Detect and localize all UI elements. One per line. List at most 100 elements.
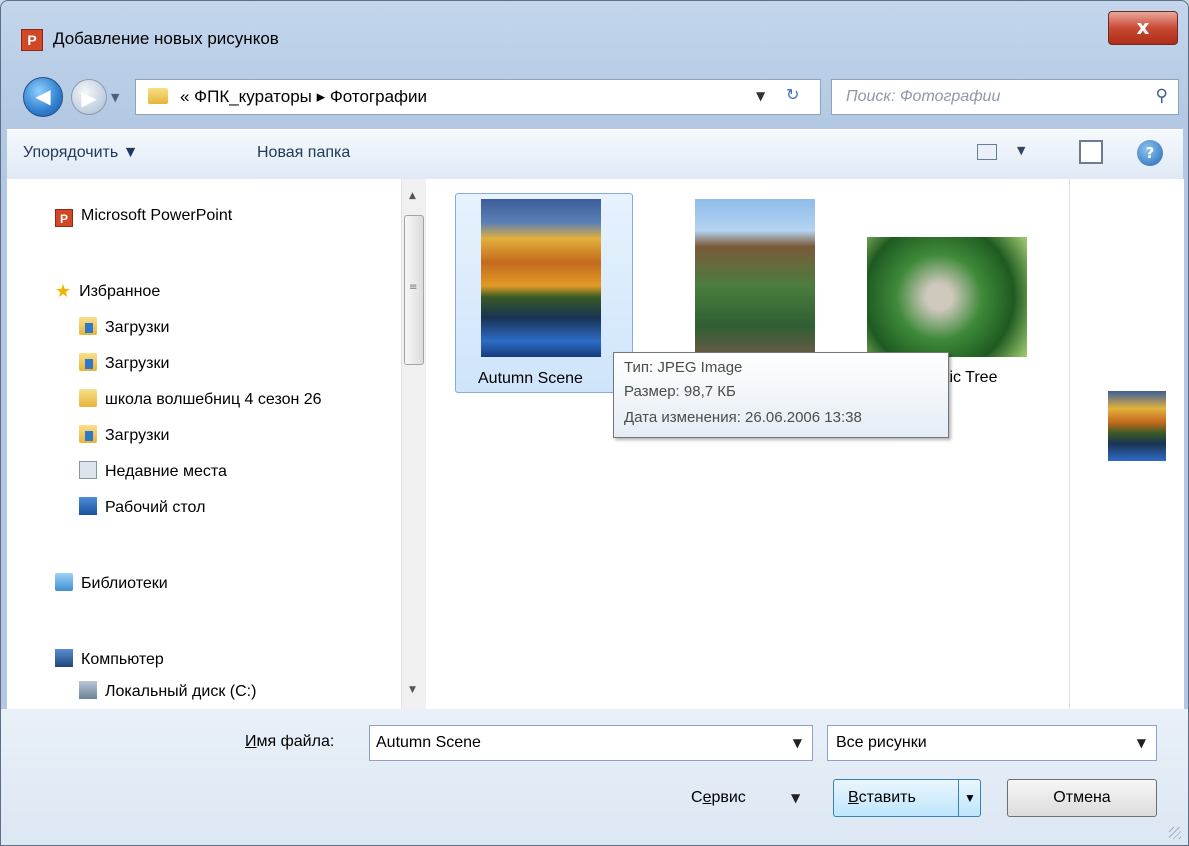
change-view-icon[interactable] <box>977 144 997 160</box>
organize-button[interactable]: Упорядочить ▼ <box>23 144 139 162</box>
filename-label-accel: И <box>245 733 257 750</box>
address-dropdown-button[interactable]: ▼ <box>756 89 765 103</box>
powerpoint-icon: P <box>55 209 73 227</box>
service-dropdown-icon[interactable]: ▼ <box>791 791 800 805</box>
desktop-icon <box>79 497 97 515</box>
sidebar-item-label: Недавние места <box>105 463 227 480</box>
folder-icon <box>79 389 97 407</box>
new-folder-button[interactable]: Новая папка <box>257 144 350 162</box>
tooltip-size: Размер: 98,7 КБ <box>624 383 736 400</box>
file-name: Autumn Scene <box>478 370 583 387</box>
resize-grip-icon[interactable] <box>1169 827 1181 839</box>
sidebar-item-label: Компьютер <box>81 651 164 668</box>
sidebar-item-folder[interactable]: школа волшебниц 4 сезон 26 <box>79 389 322 409</box>
forward-button[interactable]: ▶ <box>71 79 107 115</box>
cancel-button[interactable]: Отмена <box>1007 779 1157 817</box>
service-menu-button[interactable]: Сервис <box>691 789 746 807</box>
computer-icon <box>55 649 73 667</box>
preview-pane <box>1069 179 1184 709</box>
folder-icon <box>148 88 168 104</box>
file-tooltip: Тип: JPEG Image Размер: 98,7 КБ Дата изм… <box>613 352 949 438</box>
filename-value: Autumn Scene <box>376 734 481 751</box>
help-icon[interactable]: ? <box>1137 140 1163 166</box>
filename-label-rest: мя файла: <box>256 733 335 750</box>
sidebar-item-label: Рабочий стол <box>105 499 206 516</box>
forward-arrow-icon: ▶ <box>81 86 97 110</box>
grip-icon: ≡ <box>409 282 418 293</box>
sidebar-item-label: Microsoft PowerPoint <box>81 207 233 224</box>
sidebar-item-libraries[interactable]: Библиотеки <box>55 573 168 593</box>
service-rest: рвис <box>711 789 746 806</box>
back-arrow-icon: ◀ <box>35 84 51 108</box>
recent-pages-dropdown[interactable]: ▼ <box>111 91 119 104</box>
sidebar-item-computer[interactable]: Компьютер <box>55 649 164 669</box>
navigation-bar: ◀ ▶ ▼ « ФПК_кураторы ▸ Фотографии ▼ ↻ По… <box>1 71 1188 123</box>
scroll-down-icon[interactable]: ▼ <box>409 685 416 695</box>
sidebar-item-desktop[interactable]: Рабочий стол <box>79 497 205 517</box>
libraries-icon <box>55 573 73 591</box>
search-placeholder: Поиск: Фотографии <box>846 88 1001 105</box>
sidebar-item-label: школа волшебниц 4 сезон 26 <box>105 391 322 408</box>
title-bar: P Добавление новых рисунков x <box>1 1 1188 63</box>
search-input[interactable]: Поиск: Фотографии ⚲ <box>831 79 1179 115</box>
insert-rest: ставить <box>858 789 916 806</box>
breadcrumb[interactable]: « ФПК_кураторы ▸ Фотографии <box>180 87 427 107</box>
service-prefix: С <box>691 789 703 806</box>
filetype-value: Все рисунки <box>836 734 927 751</box>
filetype-select[interactable]: Все рисунки ▼ <box>827 725 1157 761</box>
insert-accel: В <box>848 789 859 806</box>
thumbnail-image[interactable] <box>481 199 601 357</box>
preview-image <box>1108 391 1166 461</box>
refresh-icon[interactable]: ↻ <box>786 85 799 104</box>
disk-icon <box>79 681 97 699</box>
dialog-footer: Имя файла: Autumn Scene ▼ Все рисунки ▼ … <box>1 709 1188 845</box>
preview-pane-icon[interactable] <box>1079 140 1103 164</box>
sidebar-item-powerpoint[interactable]: P Microsoft PowerPoint <box>55 207 232 227</box>
insert-options-dropdown-icon[interactable]: ▼ <box>958 780 981 816</box>
sidebar-item-favorites[interactable]: ★ Избранное <box>55 281 160 302</box>
sidebar-item-downloads[interactable]: Загрузки <box>79 317 169 337</box>
sidebar-item-downloads[interactable]: Загрузки <box>79 425 169 445</box>
sidebar-item-local-disk[interactable]: Локальный диск (C:) <box>79 681 256 701</box>
downloads-icon <box>79 317 97 335</box>
back-button[interactable]: ◀ <box>23 77 63 117</box>
file-name[interactable]: tic Tree <box>945 369 997 387</box>
star-icon: ★ <box>55 281 72 301</box>
downloads-icon <box>79 425 97 443</box>
dialog-window: P Добавление новых рисунков x ◀ ▶ ▼ « ФП… <box>0 0 1189 846</box>
filetype-dropdown-icon[interactable]: ▼ <box>1137 736 1146 750</box>
insert-button[interactable]: Вставить ▼ <box>833 779 981 817</box>
address-bar[interactable]: « ФПК_кураторы ▸ Фотографии ▼ ↻ <box>135 79 821 115</box>
filename-label: Имя файла: <box>245 733 334 751</box>
window-title: Добавление новых рисунков <box>53 29 279 48</box>
close-icon: x <box>1136 15 1150 39</box>
file-list: Autumn Scene tic Tree <box>427 179 1069 709</box>
thumbnail-image[interactable] <box>867 237 1027 357</box>
navigation-scrollbar[interactable]: ▲ ≡ ▼ <box>401 179 426 709</box>
insert-label: Вставить <box>848 780 916 816</box>
close-button[interactable]: x <box>1108 11 1178 45</box>
sidebar-item-label: Локальный диск (C:) <box>105 683 257 700</box>
navigation-pane: P Microsoft PowerPoint ★ Избранное Загрузк… <box>7 179 397 709</box>
search-icon[interactable]: ⚲ <box>1156 86 1168 106</box>
command-bar: Упорядочить ▼ Новая папка ▼ ? <box>7 129 1183 181</box>
scrollbar-thumb[interactable]: ≡ <box>404 215 424 365</box>
tooltip-type: Тип: JPEG Image <box>624 359 743 376</box>
view-options-dropdown[interactable]: ▼ <box>1017 144 1025 157</box>
recent-places-icon <box>79 461 97 479</box>
tooltip-modified: Дата изменения: 26.06.2006 13:38 <box>624 409 862 426</box>
sidebar-item-label: Библиотеки <box>81 575 168 592</box>
scroll-up-icon[interactable]: ▲ <box>409 191 416 201</box>
filename-input[interactable]: Autumn Scene ▼ <box>369 725 813 761</box>
sidebar-item-label: Избранное <box>79 283 161 300</box>
sidebar-item-recent-places[interactable]: Недавние места <box>79 461 227 481</box>
sidebar-item-label: Загрузки <box>105 427 170 444</box>
sidebar-item-downloads[interactable]: Загрузки <box>79 353 169 373</box>
filename-dropdown-icon[interactable]: ▼ <box>793 736 802 750</box>
sidebar-item-label: Загрузки <box>105 355 170 372</box>
powerpoint-app-icon: P <box>21 29 43 51</box>
content-area: P Microsoft PowerPoint ★ Избранное Загрузк… <box>7 179 1184 709</box>
downloads-icon <box>79 353 97 371</box>
sidebar-item-label: Загрузки <box>105 319 170 336</box>
thumbnail-image[interactable] <box>695 199 815 357</box>
